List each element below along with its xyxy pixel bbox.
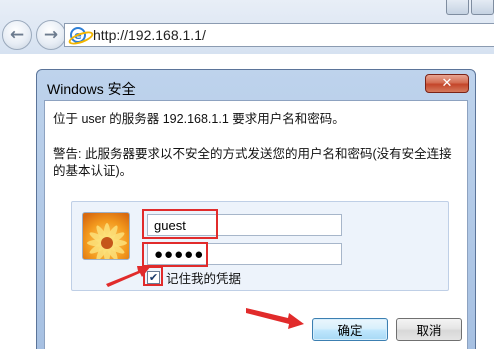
address-text: http://192.168.1.1/	[93, 27, 206, 43]
close-button[interactable]: ✕	[425, 74, 469, 93]
back-button[interactable]: ←	[2, 20, 32, 50]
server-message: 位于 user 的服务器 192.168.1.1 要求用户名和密码。	[53, 112, 345, 126]
user-avatar	[82, 212, 130, 260]
security-dialog: Windows 安全 ✕ 位于 user 的服务器 192.168.1.1 要求…	[36, 69, 476, 349]
password-field[interactable]: ●●●●●	[147, 243, 342, 265]
remember-label: 记住我的凭据	[166, 271, 242, 286]
dialog-title: Windows 安全	[47, 81, 136, 97]
back-arrow-icon: ←	[9, 24, 25, 45]
warning-message: 警告: 此服务器要求以不安全的方式发送您的用户名和密码(没有安全连接的基本认证)…	[53, 147, 452, 178]
address-bar[interactable]: e http://192.168.1.1/	[64, 23, 494, 47]
forward-arrow-icon: →	[43, 24, 59, 45]
checkmark-icon: ✔	[148, 270, 159, 284]
remember-checkbox[interactable]: ✔	[147, 270, 160, 284]
window-button[interactable]	[446, 0, 469, 15]
window-button[interactable]	[471, 0, 494, 15]
browser-toolbar: ← → e http://192.168.1.1/	[0, 0, 494, 54]
username-field[interactable]: guest	[147, 214, 342, 236]
cancel-button[interactable]: 取消	[396, 318, 462, 341]
internet-explorer-icon: e	[70, 27, 86, 43]
forward-button[interactable]: →	[36, 20, 66, 50]
flower-avatar-icon	[83, 213, 129, 259]
dialog-body: 位于 user 的服务器 192.168.1.1 要求用户名和密码。 警告: 此…	[44, 100, 468, 349]
window-controls	[446, 0, 494, 20]
remember-credentials[interactable]: ✔ 记住我的凭据	[147, 269, 242, 286]
close-icon: ✕	[441, 76, 453, 91]
ok-button[interactable]: 确定	[312, 318, 388, 341]
credential-panel: guest ●●●●● ✔ 记住我的凭据	[71, 201, 449, 291]
